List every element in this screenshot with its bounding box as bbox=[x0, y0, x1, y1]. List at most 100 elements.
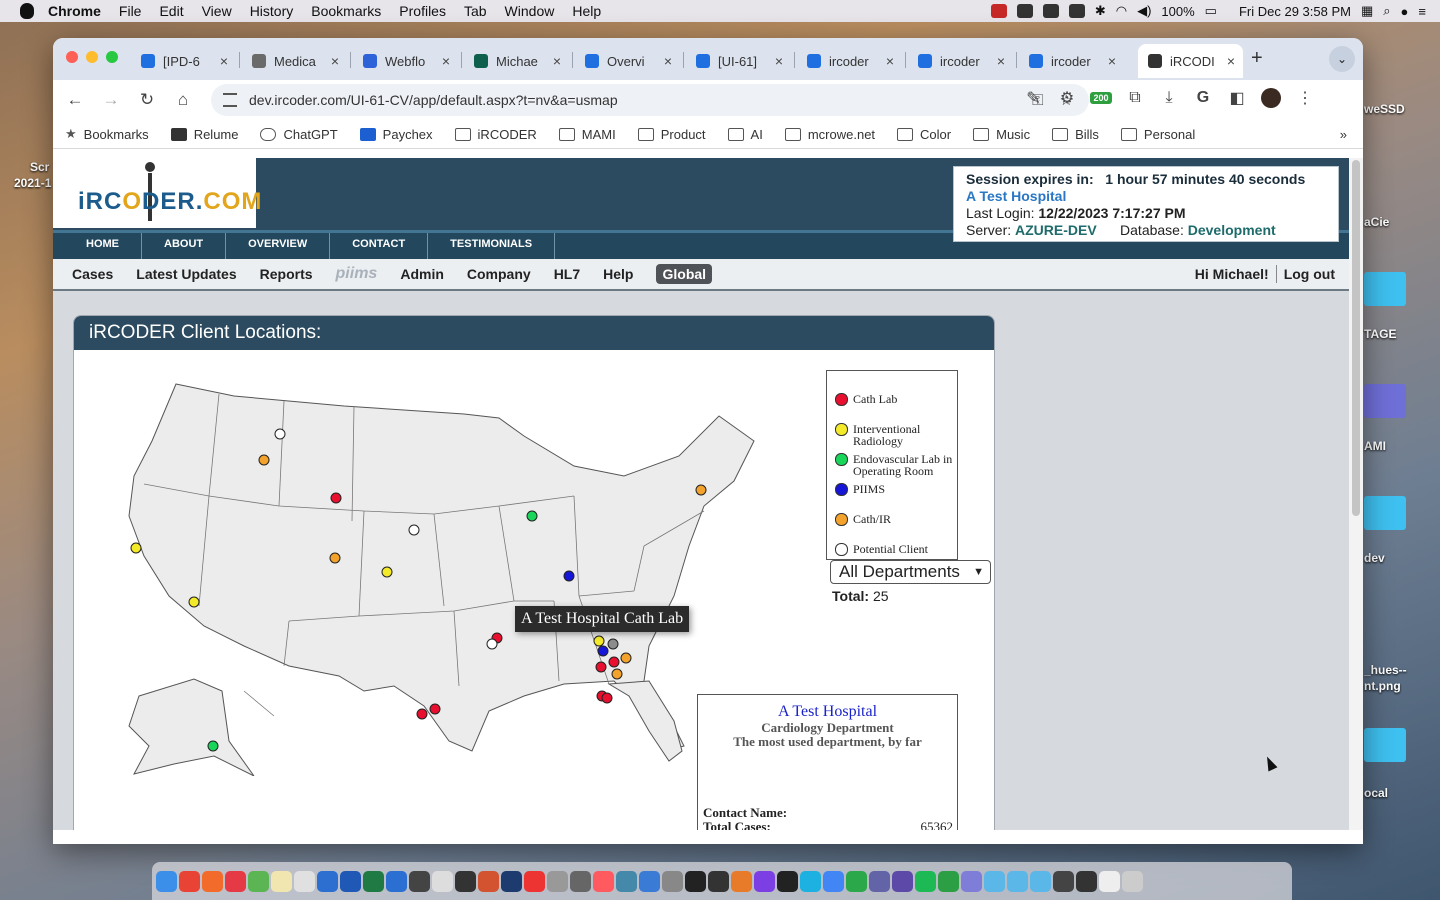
address-bar[interactable]: dev.ircoder.com/UI-61-CV/app/default.asp… bbox=[211, 84, 1089, 116]
folder-icon[interactable] bbox=[1364, 728, 1406, 762]
side-panel-icon[interactable]: ◧ bbox=[1227, 88, 1247, 108]
us-map[interactable] bbox=[104, 346, 764, 776]
location-marker[interactable] bbox=[130, 542, 142, 554]
pen-extension-icon[interactable]: ✎ bbox=[1023, 88, 1043, 108]
back-button[interactable]: ← bbox=[57, 90, 93, 110]
more-bookmarks-icon[interactable]: » bbox=[1340, 127, 1347, 142]
dock-app-icon[interactable] bbox=[547, 870, 568, 892]
dock-app-icon[interactable] bbox=[869, 870, 890, 892]
dock-app-icon[interactable] bbox=[386, 870, 407, 892]
location-marker[interactable] bbox=[274, 428, 286, 440]
dock-app-icon[interactable] bbox=[961, 870, 982, 892]
battery-icon[interactable]: ▭ bbox=[1205, 3, 1217, 19]
nav-hl7[interactable]: HL7 bbox=[554, 266, 580, 282]
control-center-icon[interactable]: ≡ bbox=[1418, 4, 1426, 19]
page-scrollbar[interactable] bbox=[1349, 158, 1363, 830]
hospital-name[interactable]: A Test Hospital bbox=[698, 703, 957, 721]
scrollbar-thumb[interactable] bbox=[1352, 160, 1360, 516]
dock-app-icon[interactable] bbox=[1053, 870, 1074, 892]
dock-app-icon[interactable] bbox=[708, 870, 729, 892]
tab-close-icon[interactable]: × bbox=[997, 53, 1005, 69]
location-marker[interactable] bbox=[258, 454, 270, 466]
dock-app-icon[interactable] bbox=[271, 870, 292, 892]
dock-app-icon[interactable] bbox=[731, 870, 752, 892]
location-marker[interactable] bbox=[608, 656, 620, 668]
dock-app-icon[interactable] bbox=[915, 870, 936, 892]
tab-search-button[interactable]: ⌄ bbox=[1329, 46, 1355, 72]
tab-close-icon[interactable]: × bbox=[442, 53, 450, 69]
nav-admin[interactable]: Admin bbox=[400, 266, 444, 282]
nav-cases[interactable]: Cases bbox=[72, 266, 113, 282]
browser-tab[interactable]: Michae × bbox=[464, 44, 569, 78]
bookmark-ircoder[interactable]: iRCODER bbox=[454, 127, 537, 142]
browser-tab[interactable]: iRCODI × bbox=[1138, 44, 1243, 78]
browser-tab[interactable]: ircoder × bbox=[797, 44, 902, 78]
site-info-icon[interactable] bbox=[223, 93, 237, 107]
menu-view[interactable]: View bbox=[202, 3, 232, 19]
bookmark-music[interactable]: Music bbox=[973, 127, 1030, 142]
bookmark-chatgpt[interactable]: ChatGPT bbox=[260, 127, 338, 142]
dock-app-icon[interactable] bbox=[570, 870, 591, 892]
topnav-overview[interactable]: OVERVIEW bbox=[226, 233, 331, 259]
menu-tab[interactable]: Tab bbox=[464, 3, 487, 19]
folder-icon[interactable] bbox=[1364, 496, 1406, 530]
bookmark-personal[interactable]: Personal bbox=[1120, 127, 1195, 142]
dock-app-icon[interactable] bbox=[800, 870, 821, 892]
dock-app-icon[interactable] bbox=[846, 870, 867, 892]
puzzle-icon[interactable]: ⧉ bbox=[1125, 88, 1145, 108]
dock-app-icon[interactable] bbox=[984, 870, 1005, 892]
menu-help[interactable]: Help bbox=[572, 3, 601, 19]
dock-app-icon[interactable] bbox=[1099, 870, 1120, 892]
dock-app-icon[interactable] bbox=[1076, 870, 1097, 892]
nav-latest-updates[interactable]: Latest Updates bbox=[136, 266, 236, 282]
menu-window[interactable]: Window bbox=[505, 3, 555, 19]
dock-app-icon[interactable] bbox=[892, 870, 913, 892]
menu-history[interactable]: History bbox=[250, 3, 294, 19]
menu-edit[interactable]: Edit bbox=[159, 3, 183, 19]
location-marker[interactable] bbox=[695, 484, 707, 496]
google-icon[interactable]: G bbox=[1193, 88, 1213, 108]
dock-app-icon[interactable] bbox=[317, 870, 338, 892]
mami-icon[interactable] bbox=[1364, 384, 1406, 418]
dock-app-icon[interactable] bbox=[938, 870, 959, 892]
wifi-icon[interactable]: ◠ bbox=[1116, 3, 1127, 19]
location-marker[interactable] bbox=[207, 740, 219, 752]
logout-link[interactable]: Log out bbox=[1284, 266, 1335, 282]
minimize-window-button[interactable] bbox=[86, 51, 98, 63]
browser-tab[interactable]: Overvi × bbox=[575, 44, 680, 78]
bookmark-bills[interactable]: Bills bbox=[1052, 127, 1099, 142]
dock-app-icon[interactable] bbox=[1007, 870, 1028, 892]
bookmark-paychex[interactable]: Paychex bbox=[359, 127, 433, 142]
volume-icon[interactable]: ◀) bbox=[1137, 3, 1151, 19]
location-marker[interactable] bbox=[486, 638, 498, 650]
menu-file[interactable]: File bbox=[119, 3, 142, 19]
recording-icon[interactable] bbox=[990, 4, 1007, 18]
dock-app-icon[interactable] bbox=[432, 870, 453, 892]
dock-app-icon[interactable] bbox=[662, 870, 683, 892]
reload-button[interactable]: ↻ bbox=[129, 90, 165, 110]
apple-icon[interactable] bbox=[20, 3, 34, 19]
gear-extension-icon[interactable]: ⚙ bbox=[1057, 88, 1077, 108]
nav-global[interactable]: Global bbox=[656, 264, 713, 284]
topnav-testimonials[interactable]: TESTIMONIALS bbox=[428, 233, 556, 259]
counter-extension[interactable]: 200 bbox=[1090, 88, 1112, 108]
dock-app-icon[interactable] bbox=[1030, 870, 1051, 892]
dock-app-icon[interactable] bbox=[754, 870, 775, 892]
location-marker[interactable] bbox=[611, 668, 623, 680]
bookmark-product[interactable]: Product bbox=[637, 127, 706, 142]
dock-app-icon[interactable] bbox=[478, 870, 499, 892]
browser-tab[interactable]: Webflo × bbox=[353, 44, 458, 78]
dock-app-icon[interactable] bbox=[202, 870, 223, 892]
bookmark-all[interactable]: ★ Bookmarks bbox=[65, 126, 149, 142]
location-marker[interactable] bbox=[526, 510, 538, 522]
dock-app-icon[interactable] bbox=[455, 870, 476, 892]
bookmark-mcrowe[interactable]: mcrowe.net bbox=[784, 127, 875, 142]
location-marker[interactable] bbox=[607, 638, 619, 650]
dock-app-icon[interactable] bbox=[340, 870, 361, 892]
nav-company[interactable]: Company bbox=[467, 266, 531, 282]
tab-close-icon[interactable]: × bbox=[1108, 53, 1116, 69]
tab-close-icon[interactable]: × bbox=[553, 53, 561, 69]
location-marker[interactable] bbox=[597, 645, 609, 657]
nav-piims[interactable]: piims bbox=[336, 265, 378, 283]
menu-bookmarks[interactable]: Bookmarks bbox=[311, 3, 381, 19]
